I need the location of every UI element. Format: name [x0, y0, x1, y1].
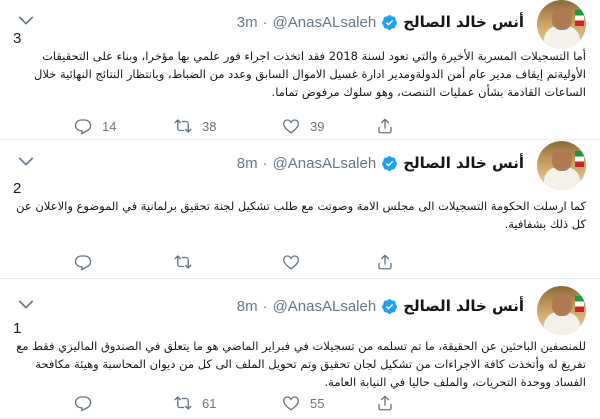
retweet-icon — [174, 394, 192, 412]
chevron-down-icon[interactable] — [16, 294, 36, 314]
avatar[interactable] — [537, 141, 586, 190]
author-name[interactable]: أنس خالد الصالح — [403, 297, 524, 315]
tweet-text: أما التسجيلات المسربة الأخيرة والتي تعود… — [33, 49, 586, 99]
tweet-actions: 14 38 39 — [74, 116, 544, 136]
reply-icon — [74, 253, 92, 271]
reply-icon — [74, 394, 92, 412]
avatar-image — [537, 286, 586, 335]
tweet-actions: 61 55 — [74, 393, 544, 413]
thread-number: 2 — [13, 180, 22, 197]
author-handle[interactable]: @AnasALsaleh — [273, 14, 377, 31]
reply-count: 14 — [102, 118, 117, 134]
verified-badge-icon — [381, 298, 398, 315]
author-handle[interactable]: @AnasALsaleh — [273, 155, 377, 172]
retweet-icon — [174, 253, 192, 271]
like-button[interactable] — [282, 252, 310, 272]
tweet-card[interactable]: أنس خالد الصالح @AnasALsaleh · 3m 3 أما … — [0, 0, 600, 140]
tweet-header: أنس خالد الصالح @AnasALsaleh · 3m — [237, 12, 524, 32]
retweet-icon — [174, 117, 192, 135]
retweet-count: 61 — [202, 395, 217, 411]
tweet-timestamp[interactable]: 8m — [237, 298, 258, 315]
avatar-image — [537, 141, 586, 190]
like-count: 55 — [310, 395, 325, 411]
tweet-timestamp[interactable]: 8m — [237, 155, 258, 172]
reply-button[interactable] — [74, 393, 102, 413]
heart-icon — [282, 394, 300, 412]
chevron-down-icon[interactable] — [16, 10, 36, 30]
like-count: 39 — [310, 118, 325, 134]
thread-number: 1 — [13, 320, 22, 337]
reply-icon — [74, 117, 92, 135]
share-icon — [376, 117, 394, 135]
share-button[interactable] — [376, 393, 394, 413]
reply-button[interactable]: 14 — [74, 116, 116, 136]
thread-number: 3 — [13, 30, 22, 47]
separator-dot: · — [262, 13, 268, 31]
avatar[interactable] — [537, 286, 586, 335]
tweet-header: أنس خالد الصالح @AnasALsaleh · 8m — [237, 153, 524, 173]
author-name[interactable]: أنس خالد الصالح — [403, 13, 524, 31]
share-icon — [376, 253, 394, 271]
avatar-image — [537, 0, 586, 49]
tweet-text: كما ارسلت الحكومة التسجيلات الى مجلس الا… — [16, 199, 586, 231]
reply-button[interactable] — [74, 252, 102, 272]
like-button[interactable]: 55 — [282, 393, 324, 413]
author-name[interactable]: أنس خالد الصالح — [403, 154, 524, 172]
tweet-text: للمنصفين الباحثين عن الحقيقة، ما تم تسلم… — [16, 339, 586, 389]
tweet-timestamp[interactable]: 3m — [237, 14, 258, 31]
share-button[interactable] — [376, 252, 394, 272]
heart-icon — [282, 253, 300, 271]
share-button[interactable] — [376, 116, 394, 136]
like-button[interactable]: 39 — [282, 116, 324, 136]
separator-dot: · — [262, 154, 268, 172]
tweet-header: أنس خالد الصالح @AnasALsaleh · 8m — [237, 296, 524, 316]
verified-badge-icon — [381, 155, 398, 172]
retweet-button[interactable]: 61 — [174, 393, 216, 413]
retweet-button[interactable]: 38 — [174, 116, 216, 136]
chevron-down-icon[interactable] — [16, 151, 36, 171]
heart-icon — [282, 117, 300, 135]
separator-dot: · — [262, 297, 268, 315]
verified-badge-icon — [381, 14, 398, 31]
retweet-count: 38 — [202, 118, 217, 134]
retweet-button[interactable] — [174, 252, 202, 272]
avatar[interactable] — [537, 0, 586, 49]
tweet-actions — [74, 252, 544, 272]
author-handle[interactable]: @AnasALsaleh — [273, 298, 377, 315]
tweet-card[interactable]: أنس خالد الصالح @AnasALsaleh · 8m 2 كما … — [0, 141, 600, 279]
share-icon — [376, 394, 394, 412]
